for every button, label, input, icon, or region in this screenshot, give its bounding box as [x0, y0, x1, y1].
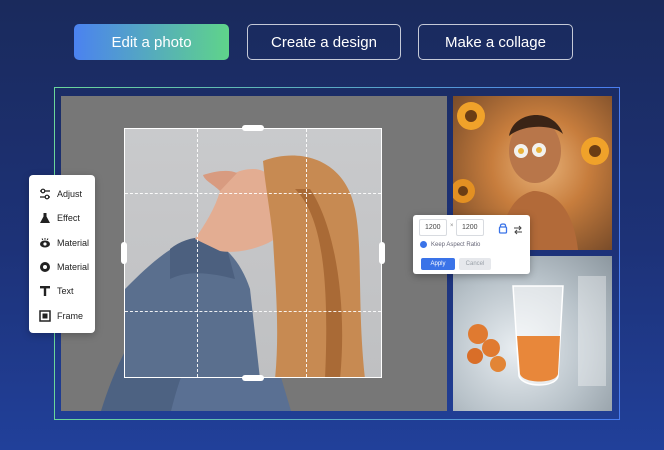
- crop-handle-right[interactable]: [379, 242, 385, 264]
- tool-effect-label: Effect: [57, 213, 80, 224]
- resize-panel: 1200 × 1200 Keep Aspect Ratio Apply Canc…: [413, 215, 530, 274]
- crop-guide-h1: [125, 193, 381, 194]
- tool-material-2[interactable]: Material: [29, 255, 95, 279]
- tool-material-1-label: Material: [57, 237, 90, 248]
- crop-handle-bottom[interactable]: [242, 375, 264, 381]
- crop-box[interactable]: [124, 128, 382, 378]
- tools-menu: Adjust Effect Material Material Text Fra…: [29, 175, 95, 333]
- tool-text[interactable]: Text: [29, 279, 95, 303]
- lock-icon[interactable]: [498, 221, 508, 239]
- width-input[interactable]: 1200: [419, 219, 447, 236]
- keep-aspect-row[interactable]: Keep Aspect Ratio: [420, 241, 480, 248]
- crop-guide-h2: [125, 311, 381, 312]
- sliders-icon: [38, 187, 52, 201]
- tool-effect[interactable]: Effect: [29, 206, 95, 230]
- tool-text-label: Text: [57, 286, 74, 297]
- text-t-icon: [38, 284, 52, 298]
- tool-material-1[interactable]: Material: [29, 231, 95, 255]
- circle-dot-icon: [38, 260, 52, 274]
- tab-edit-photo[interactable]: Edit a photo: [74, 24, 229, 60]
- swap-icon[interactable]: [513, 222, 523, 240]
- drink-illustration: [467, 276, 606, 386]
- eye-sparkle-icon: [38, 236, 52, 250]
- tool-material-2-label: Material: [57, 262, 90, 273]
- height-input[interactable]: 1200: [456, 219, 484, 236]
- tool-frame-label: Frame: [57, 310, 84, 321]
- crop-guide-v2: [306, 129, 307, 377]
- crop-guide-v1: [197, 129, 198, 377]
- tab-create-design[interactable]: Create a design: [247, 24, 401, 60]
- tool-adjust-label: Adjust: [57, 189, 83, 200]
- crop-handle-left[interactable]: [121, 242, 127, 264]
- keep-aspect-label: Keep Aspect Ratio: [431, 241, 481, 248]
- apply-button[interactable]: Apply: [421, 258, 455, 270]
- dimension-separator: ×: [450, 223, 454, 229]
- main-photo[interactable]: [61, 96, 447, 411]
- mode-tabs: Edit a photo Create a design Make a coll…: [0, 24, 664, 60]
- frame-icon: [38, 309, 52, 323]
- collage-tile-drink[interactable]: [453, 256, 612, 411]
- flask-icon: [38, 211, 52, 225]
- tool-adjust[interactable]: Adjust: [29, 182, 95, 206]
- cancel-button[interactable]: Cancel: [459, 258, 491, 270]
- crop-handle-top[interactable]: [242, 125, 264, 131]
- keep-aspect-checkbox[interactable]: [420, 241, 427, 248]
- tool-frame[interactable]: Frame: [29, 303, 95, 327]
- tab-make-collage[interactable]: Make a collage: [418, 24, 573, 60]
- woman-figure: [125, 155, 365, 377]
